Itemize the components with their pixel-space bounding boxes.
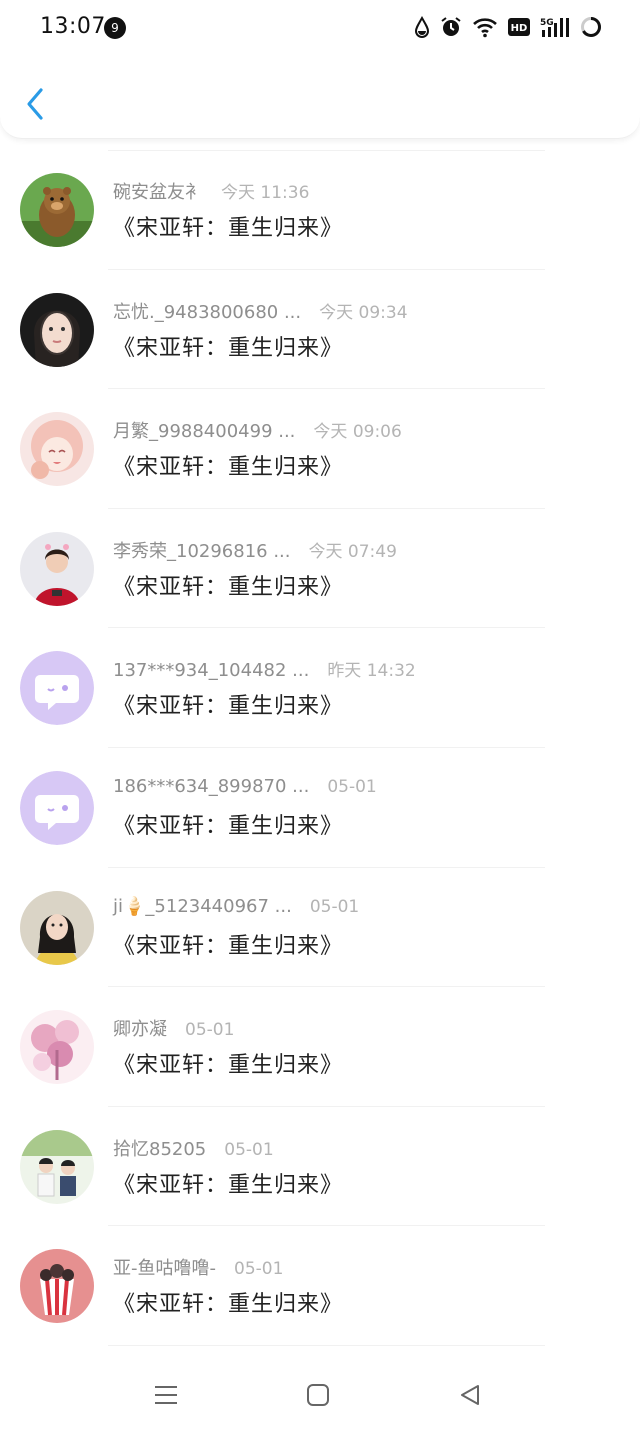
message-time: 05-01	[309, 896, 360, 917]
5g-signal-icon: 5G	[540, 16, 570, 42]
message-row[interactable]: 忘忧._9483800680 ... 今天 09:34 《宋亚轩：重生归来》	[0, 270, 640, 390]
message-row[interactable]: 碗安盆友衤 今天 11:36 《宋亚轩：重生归来》	[0, 150, 640, 270]
sender-name: 137***934_104482 ...	[113, 660, 310, 682]
message-meta: 亚-鱼咕噜噜- 05-01	[113, 1254, 283, 1280]
message-text: 《宋亚轩：重生归来》	[113, 933, 344, 959]
message-text: 《宋亚轩：重生归来》	[113, 216, 344, 241]
avatar[interactable]	[20, 173, 94, 247]
message-time: 昨天 14:32	[327, 661, 416, 682]
sender-name: 月繁_9988400499 ...	[113, 421, 296, 443]
battery-icon	[580, 16, 602, 42]
message-time: 05-01	[327, 776, 377, 797]
hd-label: HD	[511, 23, 528, 34]
message-text: 《宋亚轩：重生归来》	[113, 1292, 344, 1318]
hd-icon: HD	[508, 18, 530, 40]
menu-icon	[155, 1386, 177, 1404]
sender-name: 碗安盆友衤	[113, 182, 203, 203]
avatar[interactable]	[20, 770, 94, 845]
avatar[interactable]	[20, 412, 94, 487]
avatar[interactable]	[20, 531, 94, 606]
message-text: 《宋亚轩：重生归来》	[113, 813, 344, 839]
sender-name: ji🍦_5123440967 ...	[113, 895, 292, 917]
message-time: 今天 09:06	[313, 422, 402, 443]
message-row[interactable]: 亚-鱼咕噜噜- 05-01 《宋亚轩：重生归来》	[0, 1226, 640, 1346]
avatar[interactable]	[20, 1249, 94, 1324]
message-text: 《宋亚轩：重生归来》	[113, 1172, 344, 1198]
message-meta: ji🍦_5123440967 ... 05-01	[113, 896, 359, 917]
avatar[interactable]	[20, 1129, 94, 1204]
message-text: 《宋亚轩：重生归来》	[113, 694, 344, 720]
message-text: 《宋亚轩：重生归来》	[113, 1053, 344, 1079]
chevron-left-icon	[27, 88, 43, 120]
back-button[interactable]	[20, 84, 50, 124]
message-meta: 137***934_104482 ... 昨天 14:32	[113, 656, 416, 681]
message-row[interactable]: 拾忆85205 05-01 《宋亚轩：重生归来》	[0, 1107, 640, 1227]
message-time: 05-01	[234, 1259, 284, 1280]
menu-button[interactable]	[148, 1377, 184, 1413]
system-back-button[interactable]	[452, 1377, 488, 1413]
sender-name: 拾忆85205	[113, 1138, 207, 1160]
message-meta: 186***634_899870 ... 05-01	[113, 776, 377, 797]
message-time: 今天 07:49	[308, 541, 397, 562]
sender-name: 卿亦凝	[113, 1019, 167, 1041]
wifi-icon	[472, 16, 498, 42]
message-time: 05-01	[224, 1139, 274, 1160]
message-meta: 月繁_9988400499 ... 今天 09:06	[113, 417, 402, 443]
message-row[interactable]: 186***634_899870 ... 05-01 《宋亚轩：重生归来》	[0, 748, 640, 868]
message-text: 《宋亚轩：重生归来》	[113, 335, 344, 361]
avatar[interactable]	[20, 292, 94, 367]
system-navigation-bar	[0, 1355, 640, 1433]
back-triangle-icon	[461, 1385, 479, 1405]
alarm-icon	[440, 16, 462, 42]
message-time: 今天 09:34	[319, 302, 408, 323]
message-time: 今天 11:36	[221, 183, 310, 203]
avatar[interactable]	[20, 1010, 94, 1085]
status-time: 13:07	[40, 14, 106, 39]
sender-name: 186***634_899870 ...	[113, 775, 310, 797]
message-row[interactable]: ji🍦_5123440967 ... 05-01 《宋亚轩：重生归来》	[0, 868, 640, 988]
message-meta: 卿亦凝 05-01	[113, 1015, 234, 1041]
message-row[interactable]: 月繁_9988400499 ... 今天 09:06 《宋亚轩：重生归来》	[0, 389, 640, 509]
status-icons: HD 5G	[414, 15, 602, 42]
message-text: 《宋亚轩：重生归来》	[113, 574, 344, 600]
message-row[interactable]: 卿亦凝 05-01 《宋亚轩：重生归来》	[0, 987, 640, 1107]
message-meta: 忘忧._9483800680 ... 今天 09:34	[113, 298, 408, 324]
sender-name: 忘忧._9483800680 ...	[113, 301, 302, 323]
home-square-icon	[307, 1384, 329, 1406]
sender-name: 亚-鱼咕噜噜-	[113, 1258, 216, 1280]
message-meta: 碗安盆友衤 今天 11:36	[113, 178, 309, 204]
message-meta: 拾忆85205 05-01	[113, 1135, 274, 1161]
avatar[interactable]	[20, 651, 94, 726]
status-bar: 13:07 9 HD 5G	[0, 0, 640, 56]
avatar[interactable]	[20, 890, 94, 965]
message-row[interactable]: 137***934_104482 ... 昨天 14:32 《宋亚轩：重生归来》	[0, 628, 640, 748]
home-button[interactable]	[300, 1377, 336, 1413]
message-meta: 李秀荣_10296816 ... 今天 07:49	[113, 537, 397, 563]
message-list: 碗安盆友衤 今天 11:36 《宋亚轩：重生归来》 忘忧._9483800680 ..…	[0, 150, 640, 1346]
message-row[interactable]: 李秀荣_10296816 ... 今天 07:49 《宋亚轩：重生归来》	[0, 509, 640, 629]
notification-count-badge: 9	[104, 17, 126, 39]
message-text: 《宋亚轩：重生归来》	[113, 455, 344, 481]
network-label: 5G	[540, 18, 554, 28]
message-time: 05-01	[185, 1020, 235, 1041]
water-drop-icon	[414, 15, 430, 42]
sender-name: 李秀荣_10296816 ...	[113, 540, 291, 562]
